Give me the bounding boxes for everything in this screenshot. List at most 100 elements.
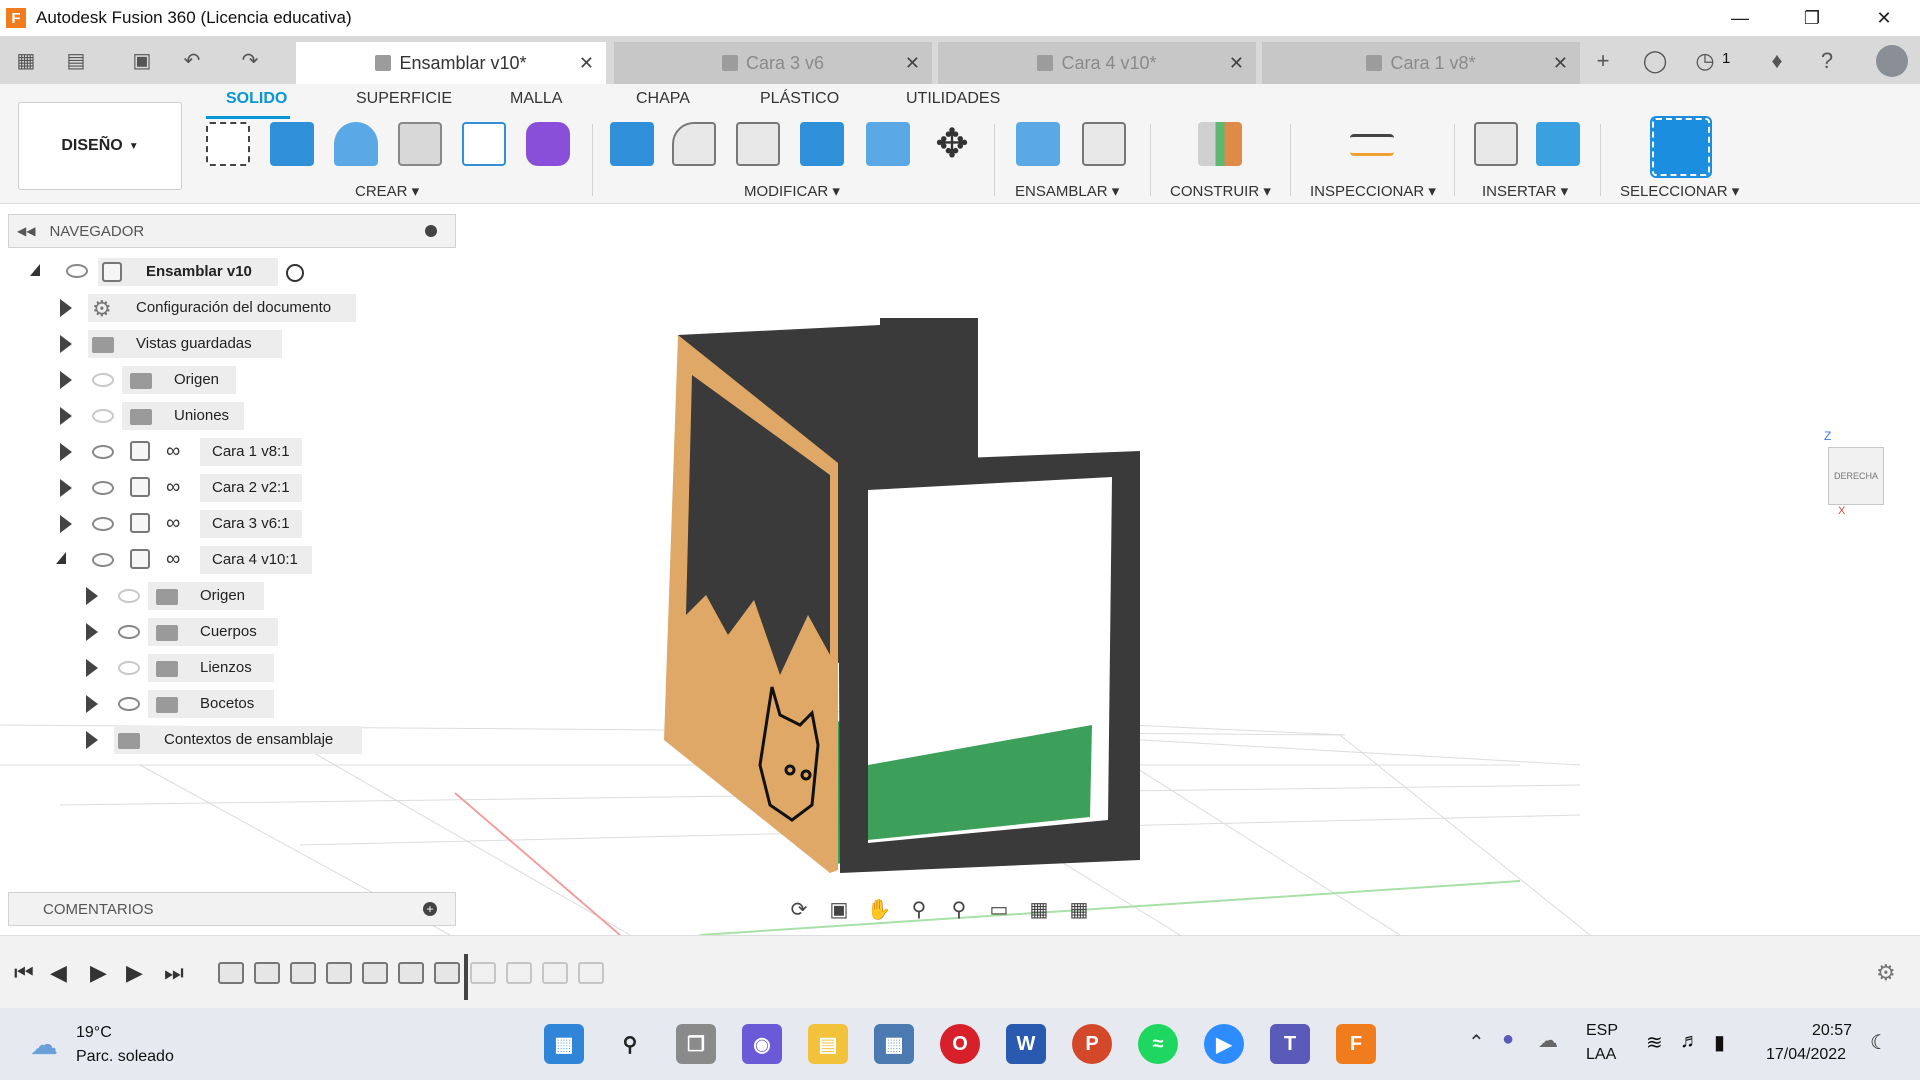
insertar-group-label[interactable]: INSERTAR ▾ — [1482, 182, 1568, 200]
weather-description[interactable]: Parc. soleado — [76, 1048, 174, 1066]
restore-button[interactable]: ❐ — [1776, 0, 1848, 36]
expand-arrow-icon[interactable] — [60, 299, 72, 317]
teams-tray-icon[interactable]: ● — [1502, 1028, 1514, 1051]
look-at-icon[interactable]: ▣ — [822, 895, 856, 923]
tab-plastico[interactable]: PLÁSTICO — [760, 90, 839, 108]
file-explorer-icon[interactable]: ▤ — [808, 1024, 848, 1064]
eye-visibility-icon[interactable] — [66, 264, 88, 278]
clock-time[interactable]: 20:57 — [1812, 1022, 1852, 1040]
expand-arrow-icon[interactable] — [86, 695, 98, 713]
timeline-feature[interactable] — [290, 962, 316, 984]
close-tab-icon[interactable]: ✕ — [1553, 53, 1568, 74]
tab-superficie[interactable]: SUPERFICIE — [356, 90, 452, 108]
tab-chapa[interactable]: CHAPA — [636, 90, 690, 108]
close-tab-icon[interactable]: ✕ — [579, 53, 594, 74]
undo-icon[interactable]: ↶ — [178, 46, 206, 74]
teams-icon[interactable]: T — [1270, 1024, 1310, 1064]
eye-visibility-icon[interactable] — [118, 625, 140, 639]
new-tab-plus-icon[interactable]: + — [1588, 46, 1618, 76]
eye-visibility-icon[interactable] — [92, 481, 114, 495]
browser-header[interactable]: ◀◀ NAVEGADOR — [8, 214, 456, 248]
step-back-icon[interactable]: ◀ — [50, 960, 67, 986]
tab-cara-3[interactable]: Cara 3 v6 ✕ — [614, 42, 932, 84]
help-icon[interactable]: ? — [1812, 46, 1842, 76]
wifi-icon[interactable]: ≋ — [1646, 1030, 1663, 1055]
zoom-app-icon[interactable]: ▶ — [1204, 1024, 1244, 1064]
start-windows-icon[interactable]: ▦ — [544, 1024, 584, 1064]
expand-arrow-icon[interactable] — [60, 371, 72, 389]
timeline-feature[interactable] — [218, 962, 244, 984]
step-forward-icon[interactable]: ▶ — [126, 960, 143, 986]
collapse-arrow-icon[interactable] — [30, 264, 40, 276]
onedrive-cloud-icon[interactable]: ☁ — [1538, 1028, 1558, 1053]
chat-icon[interactable]: ◉ — [742, 1024, 782, 1064]
form-icon[interactable] — [526, 122, 570, 166]
viewports-icon[interactable]: ▦ — [1062, 895, 1096, 923]
volume-icon[interactable]: ♬ — [1680, 1030, 1700, 1053]
timeline-feature[interactable] — [326, 962, 352, 984]
expand-arrow-icon[interactable] — [86, 623, 98, 641]
eye-visibility-icon[interactable] — [118, 697, 140, 711]
keyboard-layout-indicator[interactable]: LAA — [1586, 1046, 1616, 1064]
user-avatar[interactable] — [1876, 45, 1908, 77]
shell-icon[interactable] — [736, 122, 780, 166]
notifications-bell-icon[interactable]: ♦ — [1762, 46, 1792, 76]
search-icon[interactable]: ⚲ — [610, 1024, 650, 1064]
powerpoint-icon[interactable]: P — [1072, 1024, 1112, 1064]
view-cube[interactable]: Z DERECHA X — [1824, 429, 1886, 517]
spotify-icon[interactable]: ≈ — [1138, 1024, 1178, 1064]
timeline-feature-suppressed[interactable] — [470, 962, 496, 984]
fillet-icon[interactable] — [672, 122, 716, 166]
grid-settings-icon[interactable]: ▦ — [1022, 895, 1056, 923]
expand-arrow-icon[interactable] — [86, 659, 98, 677]
tab-utilidades[interactable]: UTILIDADES — [906, 90, 1000, 108]
tab-cara-1[interactable]: Cara 1 v8* ✕ — [1262, 42, 1580, 84]
insert-canvas-icon[interactable] — [1536, 122, 1580, 166]
crear-group-label[interactable]: CREAR ▾ — [355, 182, 419, 200]
battery-icon[interactable]: ▮ — [1714, 1030, 1725, 1055]
expand-arrow-icon[interactable] — [60, 335, 72, 353]
tab-cara-4[interactable]: Cara 4 v10* ✕ — [938, 42, 1256, 84]
comments-panel-header[interactable]: COMENTARIOS + — [8, 892, 456, 926]
timeline-feature[interactable] — [434, 962, 460, 984]
timeline-feature-suppressed[interactable] — [542, 962, 568, 984]
add-comment-icon[interactable]: + — [423, 902, 437, 916]
tab-malla[interactable]: MALLA — [510, 90, 562, 108]
zoom-icon[interactable]: ⚲ — [902, 895, 936, 923]
new-component-icon[interactable] — [1016, 122, 1060, 166]
eye-hidden-icon[interactable] — [92, 409, 114, 423]
orbit-icon[interactable]: ⟳ — [782, 895, 816, 923]
inspeccionar-group-label[interactable]: INSPECCIONAR ▾ — [1310, 182, 1436, 200]
activate-radio-icon[interactable] — [286, 264, 304, 282]
extrude-icon[interactable] — [270, 122, 314, 166]
combine-icon[interactable] — [800, 122, 844, 166]
expand-arrow-icon[interactable] — [60, 479, 72, 497]
timeline-feature[interactable] — [398, 962, 424, 984]
language-indicator[interactable]: ESP — [1586, 1022, 1618, 1040]
create-sketch-icon[interactable] — [206, 122, 250, 166]
offset-plane-icon[interactable] — [1198, 122, 1242, 166]
close-tab-icon[interactable]: ✕ — [1229, 53, 1244, 74]
calculator-icon[interactable]: ▦ — [874, 1024, 914, 1064]
minimize-button[interactable]: — — [1704, 0, 1776, 36]
timeline-feature-suppressed[interactable] — [506, 962, 532, 984]
expand-arrow-icon[interactable] — [86, 587, 98, 605]
eye-hidden-icon[interactable] — [92, 373, 114, 387]
eye-visibility-icon[interactable] — [92, 553, 114, 567]
go-to-start-icon[interactable]: ⏮ — [14, 960, 34, 986]
save-icon[interactable]: ▣ — [128, 46, 156, 74]
fit-window-icon[interactable]: ⚲ — [942, 895, 976, 923]
insert-derive-icon[interactable] — [1474, 122, 1518, 166]
close-window-button[interactable]: ✕ — [1848, 0, 1920, 36]
hole-icon[interactable] — [398, 122, 442, 166]
focus-assist-moon-icon[interactable]: ☾ — [1870, 1030, 1888, 1055]
press-pull-icon[interactable] — [610, 122, 654, 166]
job-status-clock-icon[interactable]: ◷ — [1690, 46, 1720, 76]
split-body-icon[interactable] — [866, 122, 910, 166]
tab-solido[interactable]: SOLIDO — [226, 90, 287, 108]
close-tab-icon[interactable]: ✕ — [905, 53, 920, 74]
display-settings-icon[interactable]: ▭ — [982, 895, 1016, 923]
expand-arrow-icon[interactable] — [60, 515, 72, 533]
redo-icon[interactable]: ↷ — [236, 46, 264, 74]
collapse-panel-icon[interactable]: ◀◀ — [17, 224, 35, 238]
